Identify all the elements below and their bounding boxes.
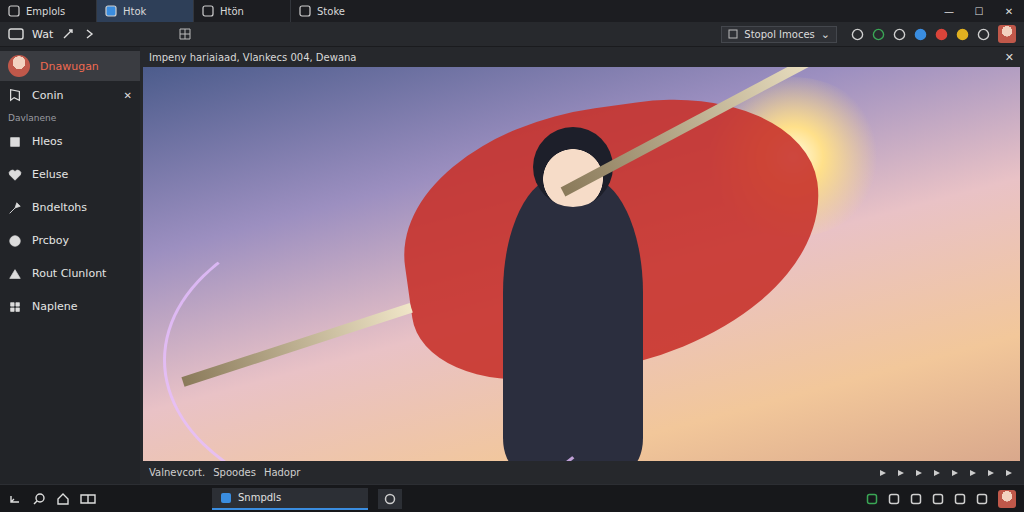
window-tab[interactable]: Stoke bbox=[290, 0, 387, 22]
tray-icon[interactable] bbox=[954, 493, 966, 505]
window-control[interactable]: ☐ bbox=[964, 0, 994, 22]
viewer-footer: Valnevcort. Spoodes Hadopr bbox=[143, 461, 1020, 484]
device-dropdown[interactable]: Stopol Imoces⌄ bbox=[721, 26, 837, 43]
back-icon[interactable] bbox=[8, 492, 22, 506]
toolbar-icon[interactable] bbox=[893, 28, 906, 41]
tab-icon bbox=[202, 5, 214, 17]
search-icon[interactable] bbox=[32, 492, 46, 506]
item-icon bbox=[8, 234, 22, 248]
forward-icon[interactable] bbox=[83, 27, 97, 41]
illustration bbox=[143, 67, 1020, 461]
profile-item[interactable]: Dnawugan bbox=[0, 51, 140, 81]
tab-icon bbox=[105, 5, 117, 17]
player-icon[interactable] bbox=[878, 468, 888, 478]
taskbar: Snmpdls bbox=[0, 484, 1024, 512]
sidebar-item[interactable]: Bndeltohs bbox=[0, 191, 140, 224]
tab-icon bbox=[299, 5, 311, 17]
viewer-panel: Impeny hariaiaad, Vlankecs 004, Dewana✕ V… bbox=[140, 47, 1024, 484]
home-icon[interactable] bbox=[56, 492, 70, 506]
window-tab[interactable]: Emplols bbox=[0, 0, 96, 22]
window-control[interactable]: — bbox=[934, 0, 964, 22]
window-control[interactable]: ✕ bbox=[994, 0, 1024, 22]
item-icon bbox=[8, 300, 22, 314]
tray-avatar[interactable] bbox=[998, 490, 1016, 508]
app-window: EmplolsHtokHtönStoke—☐✕WatStopol Imoces⌄… bbox=[0, 0, 1024, 512]
viewer-header: Impeny hariaiaad, Vlankecs 004, Dewana✕ bbox=[143, 47, 1020, 67]
item-icon bbox=[8, 135, 22, 149]
close-button[interactable]: ✕ bbox=[1005, 51, 1014, 64]
window-tab[interactable]: Htok bbox=[96, 0, 193, 22]
pinned-item[interactable]: Conin✕ bbox=[0, 81, 140, 109]
taskbar-app[interactable]: Snmpdls bbox=[212, 488, 368, 510]
tray-icon[interactable] bbox=[932, 493, 944, 505]
footer-label[interactable]: Valnevcort. bbox=[149, 467, 205, 478]
player-icon[interactable] bbox=[986, 468, 996, 478]
user-avatar[interactable] bbox=[998, 25, 1016, 43]
apps-icon[interactable] bbox=[80, 492, 96, 506]
section-label: Davlanene bbox=[0, 109, 140, 125]
sidebar-item[interactable]: Naplene bbox=[0, 290, 140, 323]
player-icon[interactable] bbox=[914, 468, 924, 478]
title-bar: EmplolsHtokHtönStoke —☐✕ bbox=[0, 0, 1024, 22]
toolbar: Wat Stopol Imoces⌄ bbox=[0, 22, 1024, 47]
profile-avatar bbox=[8, 55, 30, 77]
grid-icon[interactable] bbox=[179, 28, 191, 40]
tray-icon[interactable] bbox=[888, 493, 900, 505]
item-icon bbox=[8, 201, 22, 215]
footer-label[interactable]: Hadopr bbox=[264, 467, 301, 478]
taskbar-button[interactable] bbox=[378, 489, 402, 509]
link-icon[interactable] bbox=[61, 27, 75, 41]
sidebar-item[interactable]: Eeluse bbox=[0, 158, 140, 191]
toolbar-icon[interactable] bbox=[956, 28, 969, 41]
toolbar-label: Wat bbox=[32, 28, 53, 41]
player-icon[interactable] bbox=[932, 468, 942, 478]
tray-icon[interactable] bbox=[976, 493, 988, 505]
toolbar-icon[interactable] bbox=[851, 28, 864, 41]
player-icon[interactable] bbox=[896, 468, 906, 478]
dropdown-icon bbox=[728, 29, 738, 39]
item-icon bbox=[8, 168, 22, 182]
sidebar-item[interactable]: Hleos bbox=[0, 125, 140, 158]
sidebar-item[interactable]: Prcboy bbox=[0, 224, 140, 257]
tray-icon[interactable] bbox=[866, 493, 878, 505]
window-icon bbox=[8, 28, 24, 40]
tab-icon bbox=[8, 5, 20, 17]
circle-icon bbox=[384, 493, 396, 505]
footer-label[interactable]: Spoodes bbox=[213, 467, 256, 478]
tray-icon[interactable] bbox=[910, 493, 922, 505]
app-icon bbox=[220, 492, 232, 504]
toolbar-icon[interactable] bbox=[935, 28, 948, 41]
toolbar-icon[interactable] bbox=[977, 28, 990, 41]
close-button[interactable]: ✕ bbox=[124, 90, 132, 101]
player-icon[interactable] bbox=[1004, 468, 1014, 478]
sidebar-item[interactable]: Rout Clunlont bbox=[0, 257, 140, 290]
sidebar: DnawuganConin✕DavlaneneHleosEeluseBndelt… bbox=[0, 47, 140, 484]
item-icon bbox=[8, 267, 22, 281]
player-icon[interactable] bbox=[968, 468, 978, 478]
toolbar-icon[interactable] bbox=[872, 28, 885, 41]
toolbar-icon[interactable] bbox=[914, 28, 927, 41]
pin-icon bbox=[8, 88, 22, 102]
player-icon[interactable] bbox=[950, 468, 960, 478]
window-tab[interactable]: Htön bbox=[193, 0, 290, 22]
